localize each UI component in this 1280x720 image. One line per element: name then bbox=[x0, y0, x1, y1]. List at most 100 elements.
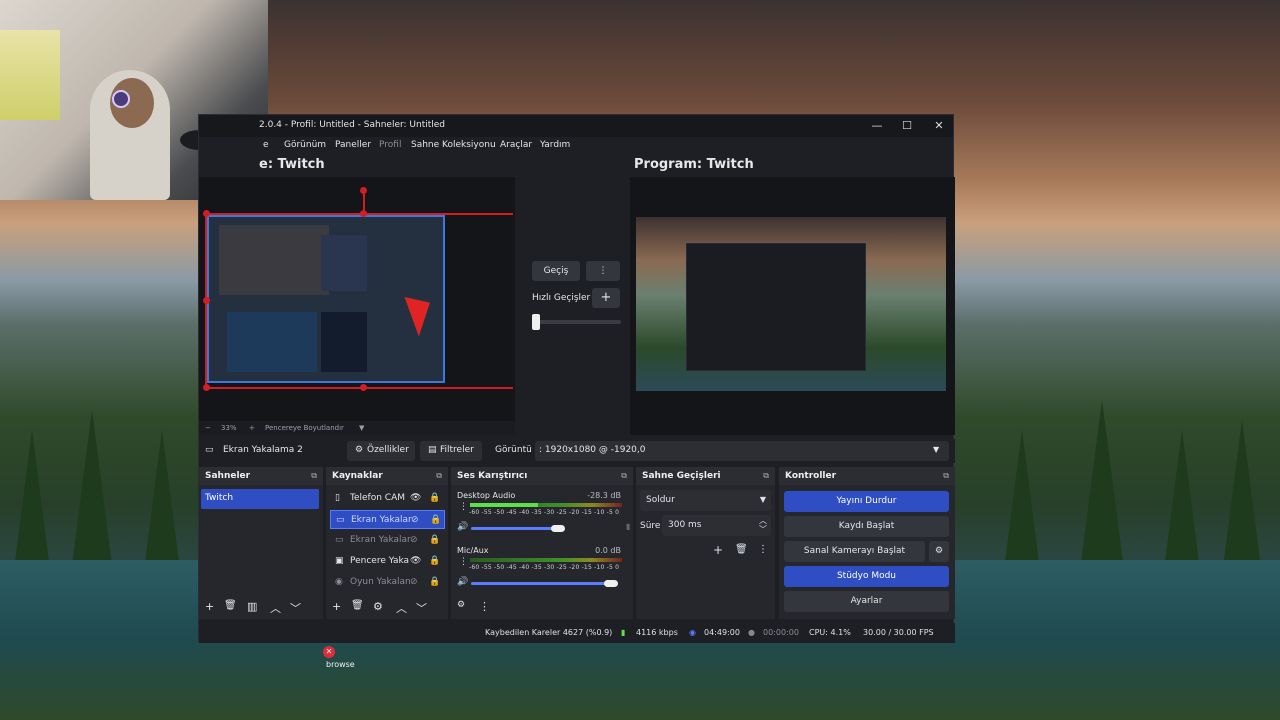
menu-tools[interactable]: Araçlar bbox=[500, 140, 532, 150]
close-icon[interactable]: ✕ bbox=[929, 118, 949, 134]
volume-slider[interactable] bbox=[471, 582, 611, 585]
lock-icon[interactable]: 🔒 bbox=[429, 577, 440, 587]
add-icon[interactable]: + bbox=[713, 543, 723, 557]
t-bar-track[interactable] bbox=[535, 320, 621, 324]
t-bar-thumb[interactable] bbox=[532, 314, 540, 330]
stop-streaming-button[interactable]: Yayını Durdur bbox=[784, 491, 949, 512]
filter-icon[interactable]: ▥ bbox=[247, 600, 257, 613]
obs-window: 2.0.4 - Profil: Untitled - Sahneler: Unt… bbox=[198, 114, 955, 643]
menu-profile[interactable]: Profil bbox=[379, 140, 401, 150]
resize-handle[interactable] bbox=[203, 297, 210, 304]
transition-menu-icon[interactable]: ⋮ bbox=[586, 261, 620, 281]
scrollbar[interactable]: ▮ bbox=[626, 522, 630, 531]
trash-icon[interactable]: 🗑 bbox=[735, 544, 748, 555]
add-icon[interactable]: + bbox=[332, 600, 341, 613]
studio-mode-button[interactable]: Stüdyo Modu bbox=[784, 566, 949, 587]
eye-off-icon[interactable]: ⊘ bbox=[410, 535, 418, 545]
preview-canvas[interactable] bbox=[199, 177, 515, 421]
live-icon: ◉ bbox=[689, 628, 696, 637]
menu-help[interactable]: Yardım bbox=[540, 140, 570, 150]
add-quick-transition-icon[interactable]: + bbox=[592, 288, 620, 308]
chevron-up-icon[interactable]: ︿ bbox=[396, 600, 407, 616]
scenes-footer: + 🗑 ▥ ︿ ﹀ bbox=[199, 595, 323, 619]
volume-thumb[interactable] bbox=[551, 525, 565, 532]
display-select[interactable]: : 1920x1080 @ -1920,0 ▼ bbox=[535, 441, 949, 461]
zoom-out-icon[interactable]: − bbox=[205, 424, 211, 432]
title-bar: 2.0.4 - Profil: Untitled - Sahneler: Unt… bbox=[199, 115, 953, 137]
volume-slider[interactable] bbox=[471, 527, 558, 530]
program-nested-window bbox=[686, 243, 866, 371]
minimize-icon[interactable]: — bbox=[867, 118, 887, 134]
filters-button[interactable]: ▤ Filtreler bbox=[420, 441, 482, 461]
start-virtual-camera-button[interactable]: Sanal Kamerayı Başlat bbox=[784, 541, 925, 562]
undock-icon[interactable]: ⧉ bbox=[436, 471, 442, 481]
source-item[interactable]: ▣ Pencere Yaka 👁 🔒 bbox=[330, 552, 445, 571]
transition-type-select[interactable]: Soldur ▼ bbox=[640, 490, 771, 511]
chevron-down-icon[interactable]: ﹀ bbox=[416, 600, 427, 616]
preview-label: e: Twitch bbox=[259, 157, 325, 172]
resize-handle[interactable] bbox=[203, 210, 210, 217]
fit-to-window[interactable]: Pencereye Boyutlandır bbox=[265, 424, 344, 432]
source-label: Ekran Yakalar bbox=[350, 535, 411, 545]
source-item[interactable]: ◉ Oyun Yakalan ⊘ 🔒 bbox=[330, 573, 445, 592]
chevron-down-icon: ▼ bbox=[933, 445, 940, 454]
monitor-icon: ▭ bbox=[205, 445, 214, 455]
trash-icon[interactable]: 🗑 bbox=[351, 600, 364, 611]
properties-button[interactable]: ⚙ Özellikler bbox=[347, 441, 415, 461]
menu-file[interactable]: e bbox=[263, 140, 269, 150]
chevron-down-icon[interactable]: ▼ bbox=[359, 424, 364, 432]
resize-handle[interactable] bbox=[203, 384, 210, 391]
source-label: Oyun Yakalan bbox=[350, 577, 411, 587]
settings-button[interactable]: Ayarlar bbox=[784, 591, 949, 612]
trash-icon[interactable]: 🗑 bbox=[224, 600, 237, 611]
lock-icon[interactable]: 🔒 bbox=[429, 535, 440, 545]
gear-icon[interactable]: ⚙ bbox=[929, 541, 949, 562]
scene-item-twitch[interactable]: Twitch bbox=[201, 489, 319, 509]
chevron-up-icon[interactable]: ︿ bbox=[270, 600, 281, 616]
channel-menu-icon[interactable]: ⋮ bbox=[459, 557, 468, 567]
menu-docks[interactable]: Paneller bbox=[335, 140, 371, 150]
desktop-icon-label[interactable]: browse bbox=[326, 660, 355, 669]
transition-button[interactable]: Geçiş bbox=[532, 261, 580, 281]
resize-handle[interactable] bbox=[360, 210, 367, 217]
rotation-handle[interactable] bbox=[360, 187, 367, 194]
eye-icon[interactable]: 👁 bbox=[410, 493, 421, 503]
properties-label: Özellikler bbox=[367, 445, 409, 455]
volume-thumb[interactable] bbox=[604, 580, 618, 587]
menu-view[interactable]: Görünüm bbox=[284, 140, 326, 150]
chevron-down-icon[interactable]: ﹀ bbox=[290, 600, 301, 616]
speaker-icon[interactable]: 🔊 bbox=[457, 522, 468, 532]
window-icon: ▣ bbox=[335, 556, 344, 566]
undock-icon[interactable]: ⧉ bbox=[763, 471, 769, 481]
source-item[interactable]: ▭ Ekran Yakalar ⊘ 🔒 bbox=[330, 531, 445, 550]
menu-icon[interactable]: ⋮ bbox=[758, 544, 768, 555]
gear-icon[interactable]: ⚙ bbox=[373, 600, 383, 613]
speaker-icon[interactable]: 🔊 bbox=[457, 577, 468, 587]
undock-icon[interactable]: ⧉ bbox=[621, 471, 627, 481]
duration-field[interactable]: 300 ms ︿ ﹀ bbox=[662, 515, 771, 536]
lock-icon[interactable]: 🔒 bbox=[430, 515, 441, 525]
eye-off-icon[interactable]: ⊘ bbox=[411, 515, 419, 525]
maximize-icon[interactable]: ☐ bbox=[897, 118, 917, 134]
undock-icon[interactable]: ⧉ bbox=[311, 471, 317, 481]
resize-handle[interactable] bbox=[360, 384, 367, 391]
chevron-down-icon[interactable]: ﹀ bbox=[759, 524, 767, 535]
add-icon[interactable]: + bbox=[205, 600, 214, 613]
menu-icon[interactable]: ⋮ bbox=[479, 600, 490, 613]
status-bar: Kaybedilen Kareler 4627 (%0.9) ▮ 4116 kb… bbox=[199, 623, 955, 643]
audio-settings-icon[interactable]: ⚙ bbox=[457, 600, 465, 610]
start-recording-button[interactable]: Kaydı Başlat bbox=[784, 516, 949, 537]
channel-menu-icon[interactable]: ⋮ bbox=[459, 502, 468, 512]
browse-shortcut-icon[interactable]: ✕ bbox=[323, 646, 335, 658]
eye-icon[interactable]: 👁 bbox=[410, 556, 421, 566]
menu-scene-collection[interactable]: Sahne Koleksiyonu bbox=[411, 140, 496, 150]
lock-icon[interactable]: 🔒 bbox=[429, 556, 440, 566]
eye-off-icon[interactable]: ⊘ bbox=[410, 577, 418, 587]
source-item-selected[interactable]: ▭ Ekran Yakalar ⊘ 🔒 bbox=[330, 510, 445, 529]
zoom-in-icon[interactable]: + bbox=[249, 424, 255, 432]
undock-icon[interactable]: ⧉ bbox=[943, 471, 949, 481]
bounding-guide bbox=[205, 387, 513, 389]
source-item[interactable]: ▯ Telefon CAM 👁 🔒 bbox=[330, 489, 445, 508]
scene-transitions-dock: Sahne Geçişleri ⧉ Soldur ▼ Süre 300 ms ︿… bbox=[636, 467, 775, 619]
lock-icon[interactable]: 🔒 bbox=[429, 493, 440, 503]
